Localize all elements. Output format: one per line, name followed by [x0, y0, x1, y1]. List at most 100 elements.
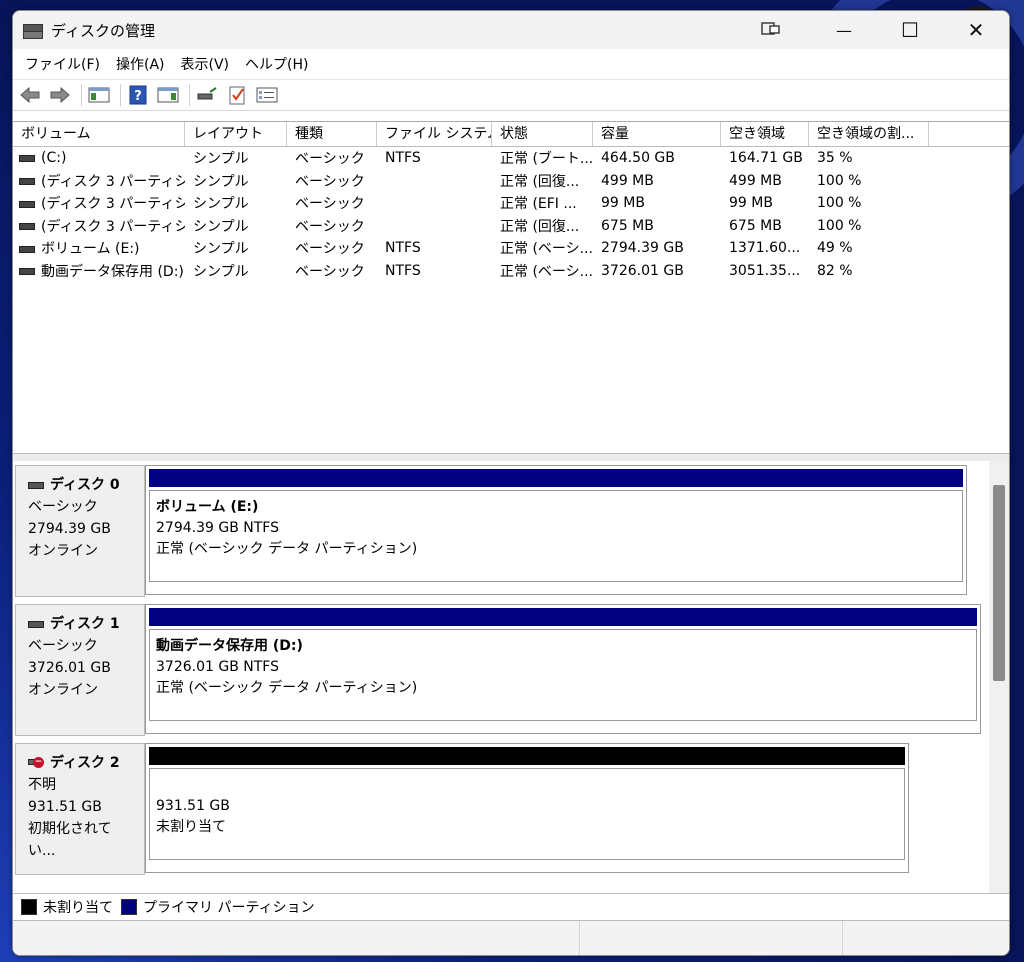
- table-cell: 正常 (回復...: [492, 171, 593, 191]
- cell-text: 464.50 GB: [601, 150, 675, 167]
- cell-text: シンプル: [193, 196, 249, 213]
- disk-size: 3726.01 GB: [28, 660, 111, 676]
- disk-info-panel[interactable]: − ディスク 2 不明 931.51 GB 初期化されてい...: [15, 743, 145, 875]
- settings-list-button[interactable]: [254, 83, 280, 107]
- table-cell: 正常 (ベーシ...: [492, 261, 593, 281]
- partition-details: ボリューム (E:) 2794.39 GB NTFS 正常 (ベーシック データ…: [149, 490, 963, 582]
- volume-drive-icon: [19, 268, 35, 276]
- column-header-type[interactable]: 種類: [287, 122, 377, 146]
- disk-icon: [28, 481, 44, 489]
- column-header-status[interactable]: 状態: [492, 122, 593, 146]
- status-cell: [843, 921, 1009, 955]
- table-row[interactable]: ボリューム (E:) シンプル ベーシック NTFS 正常 (ベーシ... 2794.39…: [13, 237, 1009, 260]
- table-cell: (ディスク 3 パーティショ...: [13, 216, 185, 236]
- partition-status: 正常 (ベーシック データ パーティション): [156, 541, 418, 557]
- disk-status: 初期化されてい...: [28, 821, 112, 859]
- table-row[interactable]: (ディスク 3 パーティショ... シンプル ベーシック 正常 (EFI ... 99 …: [13, 192, 1009, 215]
- volume-table-header: ボリューム レイアウト 種類 ファイル システム 状態 容量 空き領域 空き領域…: [13, 122, 1009, 147]
- properties-button[interactable]: [155, 83, 181, 107]
- menu-help[interactable]: ヘルプ(H): [237, 54, 316, 74]
- snap-layout-icon[interactable]: [761, 21, 781, 37]
- cell-text: 675 MB: [729, 217, 782, 234]
- table-cell: 100 %: [809, 173, 929, 189]
- cell-text: 499 MB: [601, 172, 654, 189]
- disk-name: ディスク 1: [50, 616, 120, 632]
- status-cell: [580, 921, 843, 955]
- table-cell: シンプル: [185, 216, 287, 236]
- partition-size-fs: 3726.01 GB NTFS: [156, 659, 279, 675]
- table-row[interactable]: (C:) シンプル ベーシック NTFS 正常 (ブート... 464.50 GB 164.…: [13, 147, 1009, 170]
- disk-view-scrollbar[interactable]: [989, 461, 1009, 893]
- cell-text: 2794.39 GB: [601, 240, 684, 257]
- title-bar[interactable]: ディスクの管理 — ☐ ✕: [13, 11, 1009, 49]
- column-header-volume[interactable]: ボリューム: [13, 122, 185, 146]
- disk-info-panel[interactable]: ディスク 1 ベーシック 3726.01 GB オンライン: [15, 604, 145, 736]
- menu-action[interactable]: 操作(A): [108, 54, 173, 74]
- primary-partition-bar: [149, 608, 977, 626]
- column-header-free-space[interactable]: 空き領域: [721, 122, 809, 146]
- unallocated-block[interactable]: 931.51 GB 未割り当て: [145, 743, 909, 873]
- partition-block[interactable]: ボリューム (E:) 2794.39 GB NTFS 正常 (ベーシック データ…: [145, 465, 967, 595]
- table-cell: シンプル: [185, 171, 287, 191]
- back-button[interactable]: [17, 83, 43, 107]
- cell-text: 正常 (回復...: [500, 173, 580, 190]
- cell-text: NTFS: [385, 240, 421, 257]
- scrollbar-thumb[interactable]: [993, 485, 1005, 681]
- table-cell: (C:): [13, 150, 185, 166]
- table-cell: (ディスク 3 パーティショ...: [13, 193, 185, 213]
- unallocated-bar: [149, 747, 905, 765]
- cell-text: 3726.01 GB: [601, 262, 684, 279]
- partition-details: 動画データ保存用 (D:) 3726.01 GB NTFS 正常 (ベーシック …: [149, 629, 977, 721]
- cell-text: 100 %: [817, 195, 862, 212]
- disk-management-app-icon: [23, 22, 43, 39]
- disk-type: 不明: [28, 777, 56, 793]
- cell-text: ベーシック: [295, 241, 365, 258]
- table-cell: 675 MB: [721, 218, 809, 234]
- cell-text: NTFS: [385, 262, 421, 279]
- disk-info-panel[interactable]: ディスク 0 ベーシック 2794.39 GB オンライン: [15, 465, 145, 597]
- table-cell: ベーシック: [287, 238, 377, 258]
- partition-details: 931.51 GB 未割り当て: [149, 768, 905, 860]
- table-cell: 675 MB: [593, 218, 721, 234]
- column-header-filesystem[interactable]: ファイル システム: [377, 122, 492, 146]
- table-row[interactable]: (ディスク 3 パーティショ... シンプル ベーシック 正常 (回復... 499 M…: [13, 170, 1009, 193]
- checklist-button[interactable]: [224, 83, 250, 107]
- forward-button[interactable]: [47, 83, 73, 107]
- table-row[interactable]: 動画データ保存用 (D:) シンプル ベーシック NTFS 正常 (ベーシ... 3726…: [13, 260, 1009, 283]
- minimize-button[interactable]: —: [811, 11, 877, 49]
- cell-text: (C:): [41, 150, 67, 167]
- menu-file[interactable]: ファイル(F): [17, 54, 108, 74]
- maximize-button[interactable]: ☐: [877, 11, 943, 49]
- cell-text: 正常 (ベーシ...: [500, 241, 593, 258]
- checklist-icon: [229, 86, 245, 105]
- legend-swatch-unallocated: [21, 899, 37, 915]
- partition-block[interactable]: 動画データ保存用 (D:) 3726.01 GB NTFS 正常 (ベーシック …: [145, 604, 981, 734]
- cell-text: シンプル: [193, 241, 249, 258]
- table-cell: (ディスク 3 パーティショ...: [13, 171, 185, 191]
- toolbar-separator: [189, 84, 190, 106]
- menu-view[interactable]: 表示(V): [173, 54, 238, 74]
- close-button[interactable]: ✕: [943, 11, 1009, 49]
- table-cell: 35 %: [809, 150, 929, 166]
- cell-text: ベーシック: [295, 173, 365, 190]
- table-cell: シンプル: [185, 193, 287, 213]
- table-cell: シンプル: [185, 148, 287, 168]
- show-hide-console-tree-button[interactable]: [86, 83, 112, 107]
- cell-text: 49 %: [817, 240, 853, 257]
- connect-drive-button[interactable]: [194, 83, 220, 107]
- settings-list-icon: [256, 87, 278, 103]
- table-cell: 3051.35...: [721, 263, 809, 279]
- table-row[interactable]: (ディスク 3 パーティショ... シンプル ベーシック 正常 (回復... 675 M…: [13, 215, 1009, 238]
- toolbar: ?: [13, 80, 1009, 111]
- column-header-percent-free[interactable]: 空き領域の割...: [809, 122, 929, 146]
- status-bar: [13, 921, 1009, 955]
- column-header-layout[interactable]: レイアウト: [185, 122, 287, 146]
- table-cell: 正常 (ベーシ...: [492, 238, 593, 258]
- legend-label-unallocated: 未割り当て: [43, 900, 113, 916]
- column-header-capacity[interactable]: 容量: [593, 122, 721, 146]
- help-button[interactable]: ?: [125, 83, 151, 107]
- table-cell: NTFS: [377, 150, 492, 166]
- cell-text: 35 %: [817, 150, 853, 167]
- cell-text: 1371.60...: [729, 240, 801, 257]
- back-arrow-icon: [20, 86, 40, 104]
